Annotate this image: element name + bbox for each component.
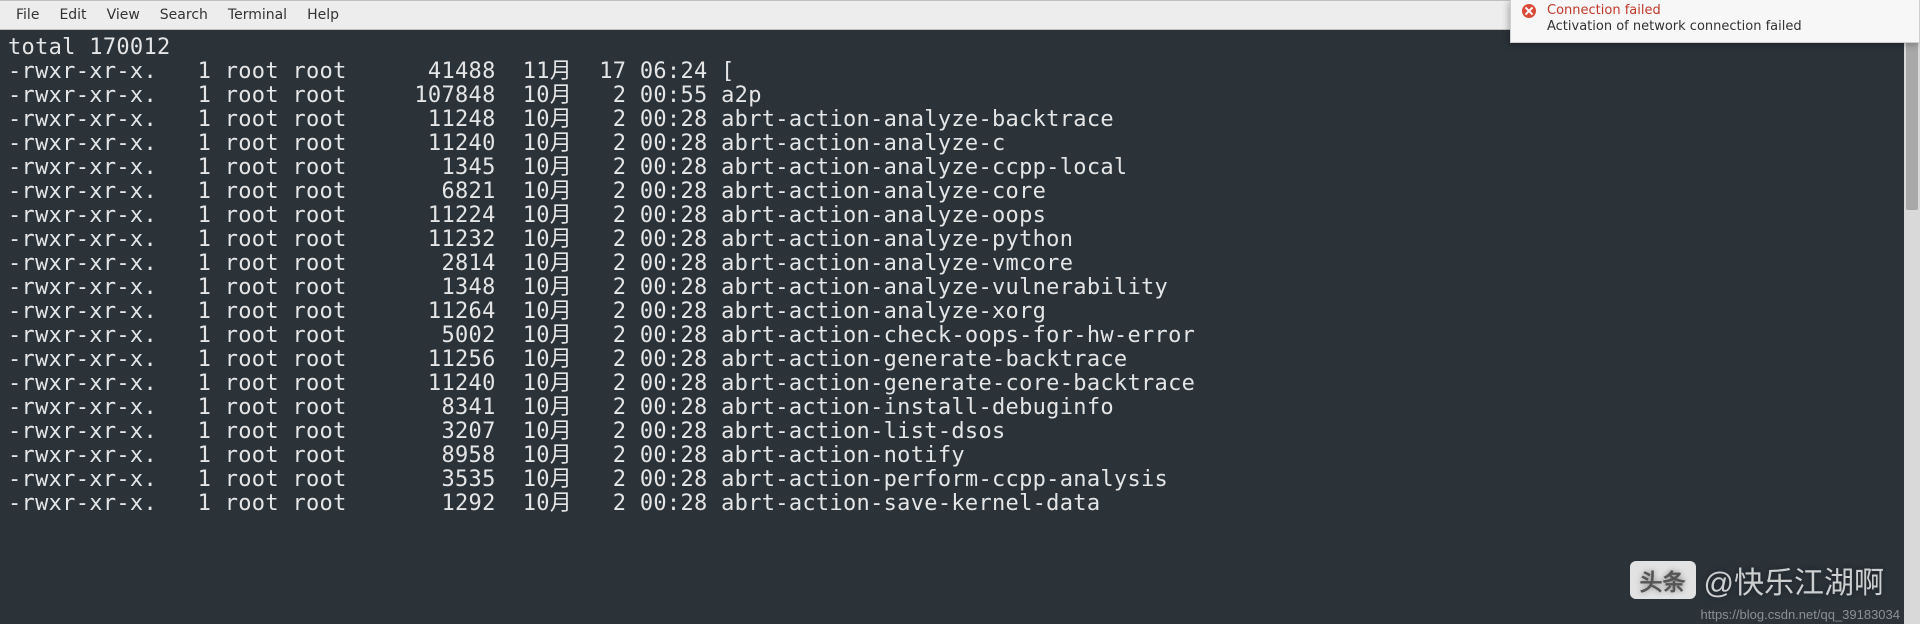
terminal-line: -rwxr-xr-x. 1 root root 3535 10月 2 00:28… bbox=[8, 468, 1912, 492]
menu-help[interactable]: Help bbox=[297, 3, 349, 27]
terminal-line: -rwxr-xr-x. 1 root root 107848 10月 2 00:… bbox=[8, 84, 1912, 108]
notification-message: Activation of network connection failed bbox=[1547, 19, 1909, 34]
terminal-line: -rwxr-xr-x. 1 root root 8958 10月 2 00:28… bbox=[8, 444, 1912, 468]
terminal-line: -rwxr-xr-x. 1 root root 5002 10月 2 00:28… bbox=[8, 324, 1912, 348]
terminal-line: -rwxr-xr-x. 1 root root 1348 10月 2 00:28… bbox=[8, 276, 1912, 300]
terminal-output[interactable]: total 170012-rwxr-xr-x. 1 root root 4148… bbox=[0, 30, 1920, 624]
vertical-scrollbar[interactable] bbox=[1904, 30, 1920, 624]
terminal-line: -rwxr-xr-x. 1 root root 1345 10月 2 00:28… bbox=[8, 156, 1912, 180]
scrollbar-thumb[interactable] bbox=[1906, 30, 1918, 210]
watermark: 头条 @快乐江湖啊 bbox=[1630, 558, 1884, 602]
terminal-line: -rwxr-xr-x. 1 root root 11256 10月 2 00:2… bbox=[8, 348, 1912, 372]
menu-search[interactable]: Search bbox=[150, 3, 218, 27]
terminal-line: -rwxr-xr-x. 1 root root 8341 10月 2 00:28… bbox=[8, 396, 1912, 420]
menu-view[interactable]: View bbox=[97, 3, 150, 27]
terminal-line: -rwxr-xr-x. 1 root root 11264 10月 2 00:2… bbox=[8, 300, 1912, 324]
watermark-handle: @快乐江湖啊 bbox=[1704, 558, 1884, 602]
terminal-line: -rwxr-xr-x. 1 root root 1292 10月 2 00:28… bbox=[8, 492, 1912, 516]
terminal-line: -rwxr-xr-x. 1 root root 11240 10月 2 00:2… bbox=[8, 132, 1912, 156]
terminal-line: -rwxr-xr-x. 1 root root 41488 11月 17 06:… bbox=[8, 60, 1912, 84]
watermark-chip: 头条 bbox=[1630, 561, 1696, 599]
terminal-line: -rwxr-xr-x. 1 root root 11240 10月 2 00:2… bbox=[8, 372, 1912, 396]
terminal-line: -rwxr-xr-x. 1 root root 3207 10月 2 00:28… bbox=[8, 420, 1912, 444]
terminal-line: -rwxr-xr-x. 1 root root 11232 10月 2 00:2… bbox=[8, 228, 1912, 252]
terminal-line: -rwxr-xr-x. 1 root root 11248 10月 2 00:2… bbox=[8, 108, 1912, 132]
menu-edit[interactable]: Edit bbox=[49, 3, 96, 27]
terminal-line: -rwxr-xr-x. 1 root root 6821 10月 2 00:28… bbox=[8, 180, 1912, 204]
notification-title: Connection failed bbox=[1547, 3, 1909, 18]
terminal-line: -rwxr-xr-x. 1 root root 11224 10月 2 00:2… bbox=[8, 204, 1912, 228]
terminal-line: -rwxr-xr-x. 1 root root 2814 10月 2 00:28… bbox=[8, 252, 1912, 276]
network-error-icon bbox=[1521, 3, 1537, 19]
watermark-url: https://blog.csdn.net/qq_39183034 bbox=[1701, 607, 1901, 622]
menu-terminal[interactable]: Terminal bbox=[218, 3, 297, 27]
network-notification[interactable]: Connection failed Activation of network … bbox=[1510, 0, 1920, 43]
menu-file[interactable]: File bbox=[6, 3, 49, 27]
